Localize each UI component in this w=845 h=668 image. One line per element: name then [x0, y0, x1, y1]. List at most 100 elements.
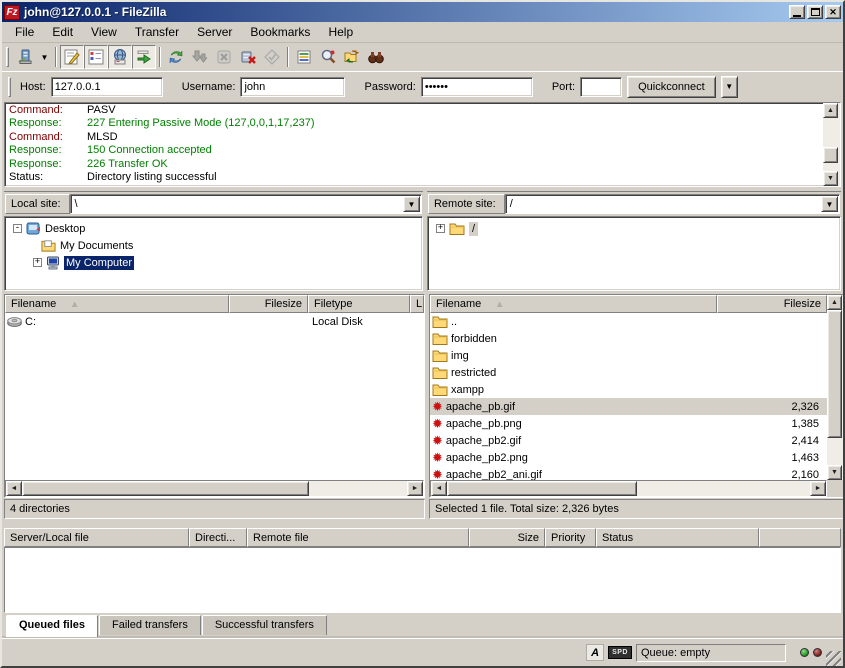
documents-folder-icon	[41, 239, 56, 252]
remote-file-row-selected[interactable]: ✹apache_pb.gif 2,326	[430, 398, 827, 415]
toggle-transfer-queue-button[interactable]	[132, 45, 156, 69]
expander-icon[interactable]: -	[13, 224, 22, 233]
local-tree: - Desktop My Documents + My Computer	[4, 216, 423, 291]
log-scrollbar[interactable]: ▲ ▼	[823, 103, 840, 186]
scroll-right-button[interactable]: ►	[407, 481, 423, 496]
remote-file-row[interactable]: forbidden	[430, 330, 827, 347]
column-size[interactable]: Size	[469, 528, 545, 547]
local-site-combo[interactable]: \ ▼	[70, 194, 422, 214]
port-input[interactable]	[580, 77, 622, 97]
expander-icon[interactable]: +	[33, 258, 42, 267]
remote-site-combo[interactable]: / ▼	[505, 194, 840, 214]
toggle-local-tree-button[interactable]	[84, 45, 108, 69]
toggle-message-log-button[interactable]	[60, 45, 84, 69]
scroll-thumb[interactable]	[22, 481, 309, 496]
column-filesize[interactable]: Filesize	[229, 295, 308, 313]
column-last-modified[interactable]: L	[410, 295, 424, 313]
site-manager-dropdown-button[interactable]: ▼	[37, 45, 52, 69]
data-type-indicator-icon[interactable]: A	[586, 644, 604, 661]
column-priority[interactable]: Priority	[545, 528, 596, 547]
menu-edit[interactable]: Edit	[43, 23, 82, 41]
column-status[interactable]: Status	[596, 528, 759, 547]
username-input[interactable]	[240, 77, 345, 97]
disconnect-button[interactable]	[236, 45, 260, 69]
remote-vscrollbar[interactable]: ▲ ▼	[827, 295, 844, 480]
tab-failed-transfers[interactable]: Failed transfers	[99, 615, 201, 635]
password-input[interactable]	[421, 77, 533, 97]
remote-file-row[interactable]: ..	[430, 313, 827, 330]
tab-successful-transfers[interactable]: Successful transfers	[202, 615, 327, 635]
close-button[interactable]: ✕	[825, 5, 841, 19]
scroll-left-button[interactable]: ◄	[6, 481, 22, 496]
tree-item-my-computer[interactable]: + My Computer	[7, 254, 420, 271]
menu-help[interactable]: Help	[319, 23, 362, 41]
chevron-down-icon[interactable]: ▼	[821, 196, 838, 212]
scroll-thumb[interactable]	[823, 147, 838, 163]
remote-file-row[interactable]: ✹apache_pb2_ani.gif 2,160	[430, 466, 827, 480]
abort-button[interactable]	[260, 45, 284, 69]
maximize-button[interactable]	[807, 5, 823, 19]
remote-hscrollbar[interactable]: ◄ ►	[430, 480, 827, 497]
host-input[interactable]	[51, 77, 163, 97]
scroll-left-button[interactable]: ◄	[431, 481, 447, 496]
toggle-remote-tree-button[interactable]	[108, 45, 132, 69]
toolbar-grip[interactable]	[6, 47, 9, 67]
column-filetype[interactable]: Filetype	[308, 295, 410, 313]
menu-transfer[interactable]: Transfer	[126, 23, 188, 41]
menu-server[interactable]: Server	[188, 23, 241, 41]
queue-list-body[interactable]	[4, 547, 841, 613]
scroll-thumb[interactable]	[827, 310, 842, 438]
chevron-down-icon[interactable]: ▼	[403, 196, 420, 212]
minimize-button[interactable]	[789, 5, 805, 19]
file-search-button[interactable]	[316, 45, 340, 69]
menu-bar: File Edit View Transfer Server Bookmarks…	[2, 22, 843, 43]
scroll-right-button[interactable]: ►	[810, 481, 826, 496]
image-file-icon: ✹	[432, 400, 443, 413]
toolbar-separator	[159, 47, 161, 67]
expander-icon[interactable]: +	[436, 224, 445, 233]
speed-limit-indicator-icon[interactable]: SPD	[608, 646, 632, 659]
site-manager-button[interactable]	[13, 45, 37, 69]
title-bar[interactable]: Fz john@127.0.0.1 - FileZilla ✕	[2, 2, 843, 22]
scroll-up-button[interactable]: ▲	[823, 103, 838, 118]
synchronized-browsing-button[interactable]	[340, 45, 364, 69]
tree-item-desktop[interactable]: - Desktop	[7, 220, 420, 237]
resize-grip[interactable]	[826, 651, 841, 666]
tree-item-root[interactable]: + /	[430, 220, 838, 237]
remote-file-row[interactable]: ✹apache_pb2.png 1,463	[430, 449, 827, 466]
scroll-down-button[interactable]: ▼	[823, 171, 838, 186]
local-file-row[interactable]: C: Local Disk	[5, 313, 424, 330]
quickconnect-button[interactable]: Quickconnect	[627, 76, 716, 98]
column-filename[interactable]: Filename▲	[430, 295, 717, 313]
directory-comparison-button[interactable]	[364, 45, 388, 69]
column-server-local-file[interactable]: Server/Local file	[4, 528, 189, 547]
quickconnect-grip[interactable]	[8, 77, 11, 97]
filter-button[interactable]	[292, 45, 316, 69]
menu-bookmarks[interactable]: Bookmarks	[241, 23, 319, 41]
process-queue-button[interactable]	[188, 45, 212, 69]
menu-view[interactable]: View	[82, 23, 126, 41]
scroll-up-button[interactable]: ▲	[827, 295, 842, 310]
queue-splitter[interactable]	[2, 520, 843, 528]
tree-item-my-documents[interactable]: My Documents	[7, 237, 420, 254]
column-remote-file[interactable]: Remote file	[247, 528, 469, 547]
refresh-button[interactable]	[164, 45, 188, 69]
column-filesize[interactable]: Filesize	[717, 295, 827, 313]
remote-file-row[interactable]: restricted	[430, 364, 827, 381]
column-direction[interactable]: Directi...	[189, 528, 247, 547]
remote-file-list: Filename▲ Filesize .. forbidden img	[429, 294, 845, 498]
close-icon: ✕	[829, 7, 837, 18]
local-hscrollbar[interactable]: ◄ ►	[5, 480, 424, 497]
log-line: Response:227 Entering Passive Mode (127,…	[9, 117, 819, 130]
menu-file[interactable]: File	[6, 23, 43, 41]
tab-queued-files[interactable]: Queued files	[6, 615, 98, 637]
remote-file-row[interactable]: xampp	[430, 381, 827, 398]
column-filename[interactable]: Filename▲	[5, 295, 229, 313]
quickconnect-dropdown-button[interactable]: ▼	[721, 76, 738, 98]
remote-file-row[interactable]: ✹apache_pb2.gif 2,414	[430, 432, 827, 449]
scroll-thumb[interactable]	[447, 481, 637, 496]
cancel-operation-button[interactable]	[212, 45, 236, 69]
remote-file-row[interactable]: ✹apache_pb.png 1,385	[430, 415, 827, 432]
scroll-down-button[interactable]: ▼	[827, 465, 842, 480]
remote-file-row[interactable]: img	[430, 347, 827, 364]
